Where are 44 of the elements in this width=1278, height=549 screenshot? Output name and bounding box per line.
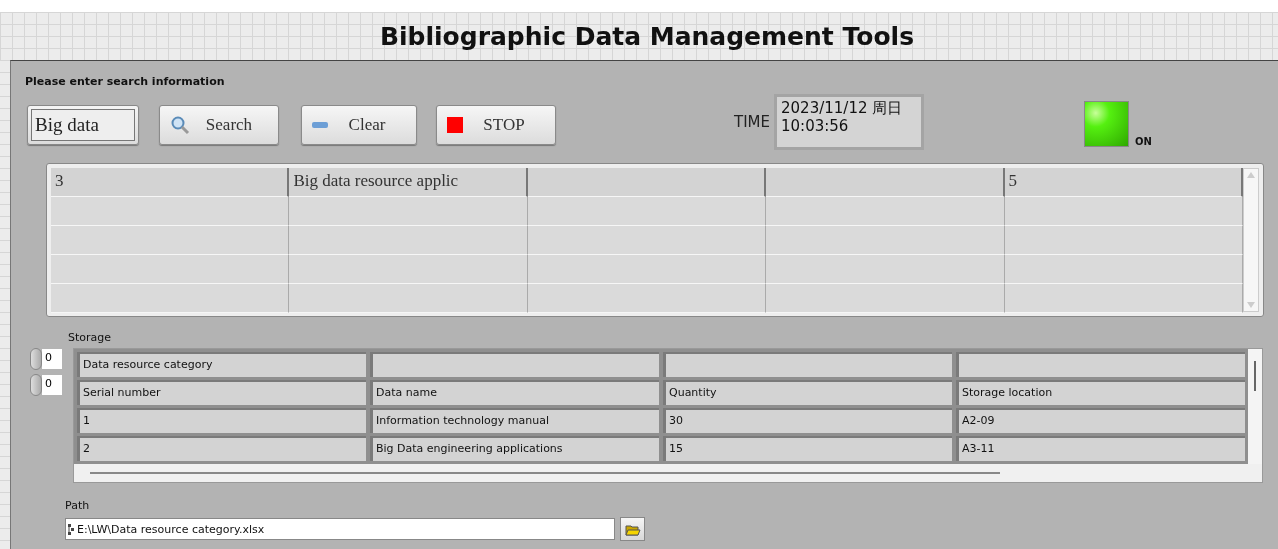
storage-label: Storage — [68, 331, 113, 344]
folder-icon — [624, 522, 641, 536]
time-display: 2023/11/12 周日 10:03:56 — [774, 94, 924, 150]
time-label: TIME — [734, 113, 770, 131]
browse-button[interactable] — [620, 517, 645, 541]
scroll-thumb[interactable] — [90, 472, 1000, 474]
indicator-light[interactable] — [1084, 101, 1129, 147]
path-field[interactable]: E:\LW\Data resource category.xlsx — [65, 518, 615, 540]
table-cell: A3-11 — [956, 436, 1245, 461]
scrollbar[interactable] — [1243, 168, 1259, 312]
index-field[interactable]: 0 — [42, 375, 62, 395]
table-cell: 30 — [663, 408, 952, 433]
table-cell: 5 — [1004, 168, 1243, 197]
down-arrow-icon[interactable] — [1247, 302, 1255, 308]
table-cell: Data resource category — [77, 352, 366, 377]
search-button[interactable]: Search — [159, 105, 279, 145]
table-cell: Big Data engineering applications — [370, 436, 659, 461]
stop-icon — [447, 117, 463, 133]
table-cell: Information technology manual — [370, 408, 659, 433]
path-label: Path — [65, 499, 91, 512]
table-cell: 15 — [663, 436, 952, 461]
spinner-arrows[interactable] — [30, 374, 42, 396]
path-icon — [68, 523, 74, 535]
scroll-thumb[interactable] — [1254, 361, 1256, 391]
search-field[interactable]: Big data — [27, 105, 139, 145]
minus-icon — [312, 122, 328, 128]
table-cell: Data name — [370, 380, 659, 405]
table-cell: 3 — [51, 168, 290, 197]
table-cell: 2 — [77, 436, 366, 461]
table-cell: 1 — [77, 408, 366, 433]
table-cell: A2-09 — [956, 408, 1245, 433]
indicator-label: ON — [1135, 136, 1152, 147]
clear-button[interactable]: Clear — [301, 105, 417, 145]
spinner-arrows[interactable] — [30, 348, 42, 370]
index-field[interactable]: 0 — [42, 349, 62, 369]
window-title: Bibliographic Data Management Tools — [379, 21, 915, 51]
table-cell: Big data resource applic — [289, 168, 528, 197]
search-label: Please enter search information — [25, 75, 226, 88]
table-cell: Storage location — [956, 380, 1245, 405]
up-arrow-icon[interactable] — [1247, 172, 1255, 178]
table-cell: Quantity — [663, 380, 952, 405]
search-icon — [170, 115, 190, 135]
table-cell: Serial number — [77, 380, 366, 405]
stop-button[interactable]: STOP — [436, 105, 556, 145]
